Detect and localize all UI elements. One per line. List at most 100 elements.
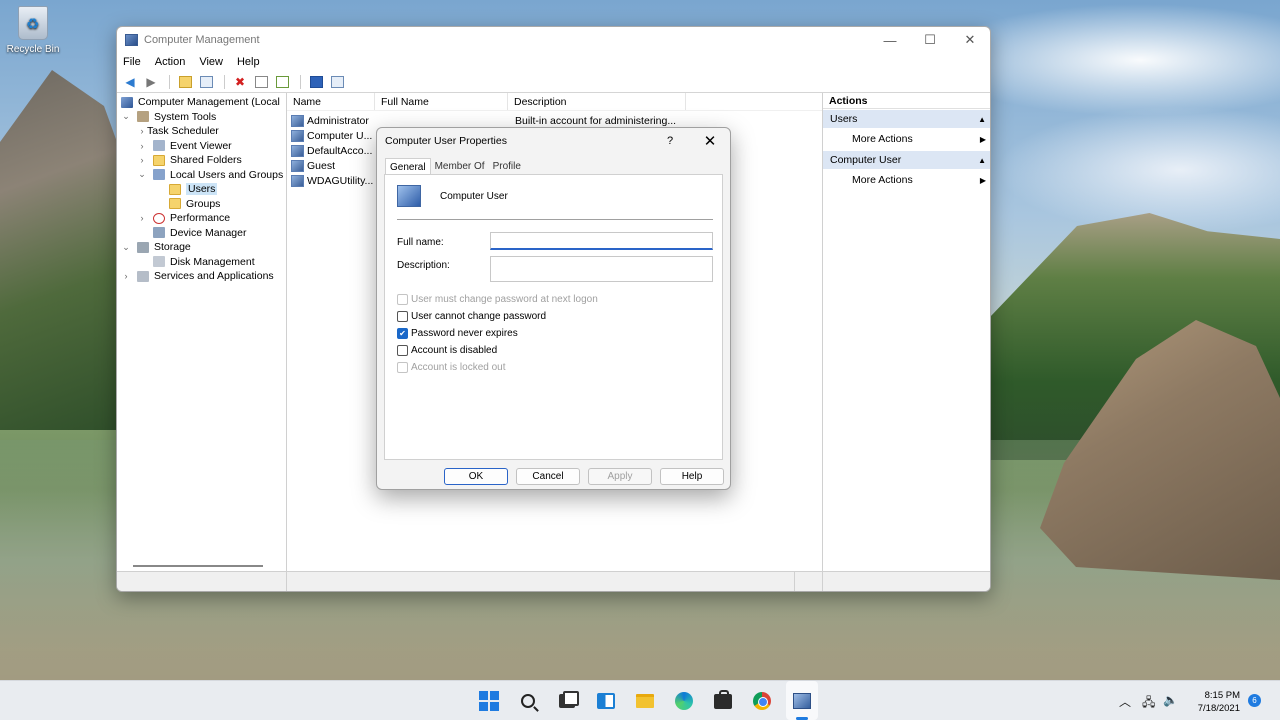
system-clock[interactable]: 8:15 PM 7/18/2021 <box>1186 689 1240 715</box>
tab-profile[interactable]: Profile <box>489 158 525 174</box>
tree-item-users[interactable]: Users <box>117 182 286 197</box>
edge-button[interactable] <box>673 690 695 712</box>
chevron-right-icon[interactable]: › <box>137 141 147 151</box>
full-name-field[interactable] <box>490 232 713 250</box>
help-icon[interactable] <box>307 74 325 90</box>
tools-icon <box>137 111 149 123</box>
actions-group-users[interactable]: Users ▲ <box>823 110 990 128</box>
dialog-title-bar[interactable]: Computer User Properties ? ✕ <box>377 128 730 154</box>
menu-view[interactable]: View <box>199 56 223 68</box>
task-view-icon <box>559 691 579 708</box>
help-button[interactable]: Help <box>660 468 724 485</box>
computer-management-taskbar-button[interactable] <box>791 690 813 712</box>
tree-item-shared-folders[interactable]: › Shared Folders <box>117 153 286 168</box>
properties-icon[interactable] <box>252 74 270 90</box>
chrome-button[interactable] <box>751 690 773 712</box>
more-actions-computer-user[interactable]: More Actions ▶ <box>823 169 990 191</box>
horizontal-scrollbar[interactable] <box>133 565 263 567</box>
wallpaper-rock <box>1040 320 1280 580</box>
wallpaper-mountain-left <box>0 70 130 430</box>
dialog-title: Computer User Properties <box>385 135 507 147</box>
tree-item-device-manager[interactable]: Device Manager <box>117 226 286 241</box>
event-viewer-icon <box>153 140 165 152</box>
menu-action[interactable]: Action <box>155 56 186 68</box>
description-field[interactable] <box>490 256 713 282</box>
account-disabled-checkbox[interactable]: Account is disabled <box>397 345 497 356</box>
cannot-change-password-checkbox[interactable]: User cannot change password <box>397 311 546 322</box>
menu-help[interactable]: Help <box>237 56 260 68</box>
up-folder-icon[interactable] <box>176 74 194 90</box>
search-icon <box>521 694 535 708</box>
divider <box>397 219 713 220</box>
recycle-bin-icon <box>18 6 48 40</box>
user-name: DefaultAcco... <box>307 144 373 157</box>
column-header-description[interactable]: Description <box>508 93 686 110</box>
chevron-right-icon[interactable]: › <box>137 213 147 223</box>
chrome-icon <box>753 692 771 710</box>
recycle-bin[interactable]: Recycle Bin <box>4 6 62 55</box>
chevron-right-icon[interactable]: › <box>121 271 131 281</box>
microsoft-store-icon <box>714 689 732 709</box>
close-button[interactable]: ✕ <box>950 32 990 48</box>
minimize-button[interactable]: — <box>870 33 910 48</box>
chevron-up-icon[interactable]: ︿ <box>1119 693 1131 710</box>
tree-item-system-tools[interactable]: ⌄ System Tools <box>117 110 286 125</box>
users-icon <box>153 169 165 181</box>
collapse-triangle-icon: ▲ <box>978 155 986 165</box>
column-header-name[interactable]: Name <box>287 93 375 110</box>
tab-general[interactable]: General <box>385 158 431 175</box>
tab-member-of[interactable]: Member Of <box>431 158 489 174</box>
column-header-full-name[interactable]: Full Name <box>375 93 508 110</box>
forward-arrow-icon[interactable]: ▶ <box>142 74 160 90</box>
title-bar[interactable]: Computer Management — ☐ ✕ <box>117 27 990 53</box>
services-icon <box>137 270 149 282</box>
more-actions-users[interactable]: More Actions ▶ <box>823 128 990 150</box>
edge-browser-icon <box>675 692 693 710</box>
start-button[interactable] <box>478 690 500 712</box>
export-list-icon[interactable] <box>273 74 291 90</box>
notification-badge[interactable]: 6 <box>1248 694 1261 707</box>
chevron-down-icon[interactable]: ⌄ <box>121 111 131 122</box>
tree-item-groups[interactable]: Groups <box>117 197 286 212</box>
tree-item-services-and-applications[interactable]: › Services and Applications <box>117 269 286 284</box>
computer-management-icon <box>793 693 811 709</box>
chevron-right-icon[interactable]: › <box>137 126 147 136</box>
ok-button[interactable]: OK <box>444 468 508 485</box>
tree-item-task-scheduler[interactable]: › Task Scheduler <box>117 124 286 139</box>
tree-item-event-viewer[interactable]: › Event Viewer <box>117 139 286 154</box>
task-view-button[interactable] <box>556 690 579 712</box>
chevron-down-icon[interactable]: ⌄ <box>121 242 131 253</box>
list-row[interactable]: Administrator Built-in account for admin… <box>287 113 822 128</box>
network-icon[interactable]: 🖧 <box>1142 693 1155 714</box>
checkbox-box[interactable] <box>397 311 408 322</box>
file-explorer-button[interactable] <box>634 690 656 712</box>
tree-item-performance[interactable]: › Performance <box>117 211 286 226</box>
tree-item-computer-management[interactable]: Computer Management (Local <box>117 95 286 110</box>
store-button[interactable] <box>712 689 734 712</box>
show-hide-tree-icon[interactable] <box>197 74 215 90</box>
delete-icon[interactable]: ✖ <box>231 74 249 90</box>
dialog-close-button[interactable]: ✕ <box>690 132 730 150</box>
view-icon[interactable] <box>328 74 346 90</box>
menu-file[interactable]: File <box>123 56 141 68</box>
back-arrow-icon[interactable]: ◀ <box>121 74 139 90</box>
computer-management-icon <box>125 34 138 46</box>
toolbar-separator <box>224 74 225 89</box>
tree-item-storage[interactable]: ⌄ Storage <box>117 240 286 255</box>
cancel-button[interactable]: Cancel <box>516 468 580 485</box>
user-name-label: Computer User <box>440 190 508 202</box>
volume-icon[interactable]: 🔈 <box>1163 693 1178 707</box>
tree-item-disk-management[interactable]: Disk Management <box>117 255 286 270</box>
checkmark-icon[interactable]: ✔ <box>397 328 408 339</box>
search-button[interactable] <box>517 690 539 712</box>
password-never-expires-checkbox[interactable]: ✔ Password never expires <box>397 328 518 339</box>
chevron-down-icon[interactable]: ⌄ <box>137 169 147 180</box>
chevron-right-icon[interactable]: › <box>137 155 147 165</box>
maximize-button[interactable]: ☐ <box>910 32 950 48</box>
tree-item-local-users-and-groups[interactable]: ⌄ Local Users and Groups <box>117 168 286 183</box>
checkbox-box[interactable] <box>397 345 408 356</box>
user-header: Computer User <box>397 185 508 207</box>
widgets-button[interactable] <box>595 690 617 712</box>
dialog-help-button[interactable]: ? <box>650 135 690 147</box>
actions-group-computer-user[interactable]: Computer User ▲ <box>823 151 990 169</box>
